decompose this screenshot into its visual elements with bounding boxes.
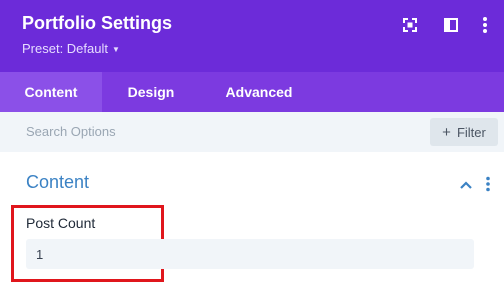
tab-advanced[interactable]: Advanced <box>200 72 318 112</box>
filter-button[interactable]: + Filter <box>430 118 498 146</box>
preset-label: Preset: Default <box>22 41 108 56</box>
modal-header: Portfolio Settings Preset: Default ▼ <box>0 0 504 72</box>
page-title: Portfolio Settings <box>22 13 172 33</box>
post-count-label: Post Count <box>26 215 96 231</box>
expand-icon[interactable] <box>399 14 421 36</box>
section-title[interactable]: Content <box>26 172 89 193</box>
post-count-input[interactable]: 1 <box>26 239 474 269</box>
search-bar: Search Options <box>0 112 504 152</box>
chevron-up-icon[interactable] <box>459 178 473 192</box>
tab-bar: Content Design Advanced <box>0 72 504 112</box>
preset-selector[interactable]: Preset: Default ▼ <box>22 41 120 56</box>
tab-design[interactable]: Design <box>102 72 200 112</box>
filter-label: Filter <box>456 124 486 140</box>
tab-content[interactable]: Content <box>0 72 102 112</box>
more-vertical-icon[interactable] <box>474 14 496 36</box>
caret-down-icon: ▼ <box>112 44 120 54</box>
search-input[interactable]: Search Options <box>26 124 116 139</box>
sidebar-toggle-icon[interactable] <box>440 14 462 36</box>
plus-icon: + <box>442 123 451 141</box>
section-more-icon[interactable] <box>485 176 491 192</box>
